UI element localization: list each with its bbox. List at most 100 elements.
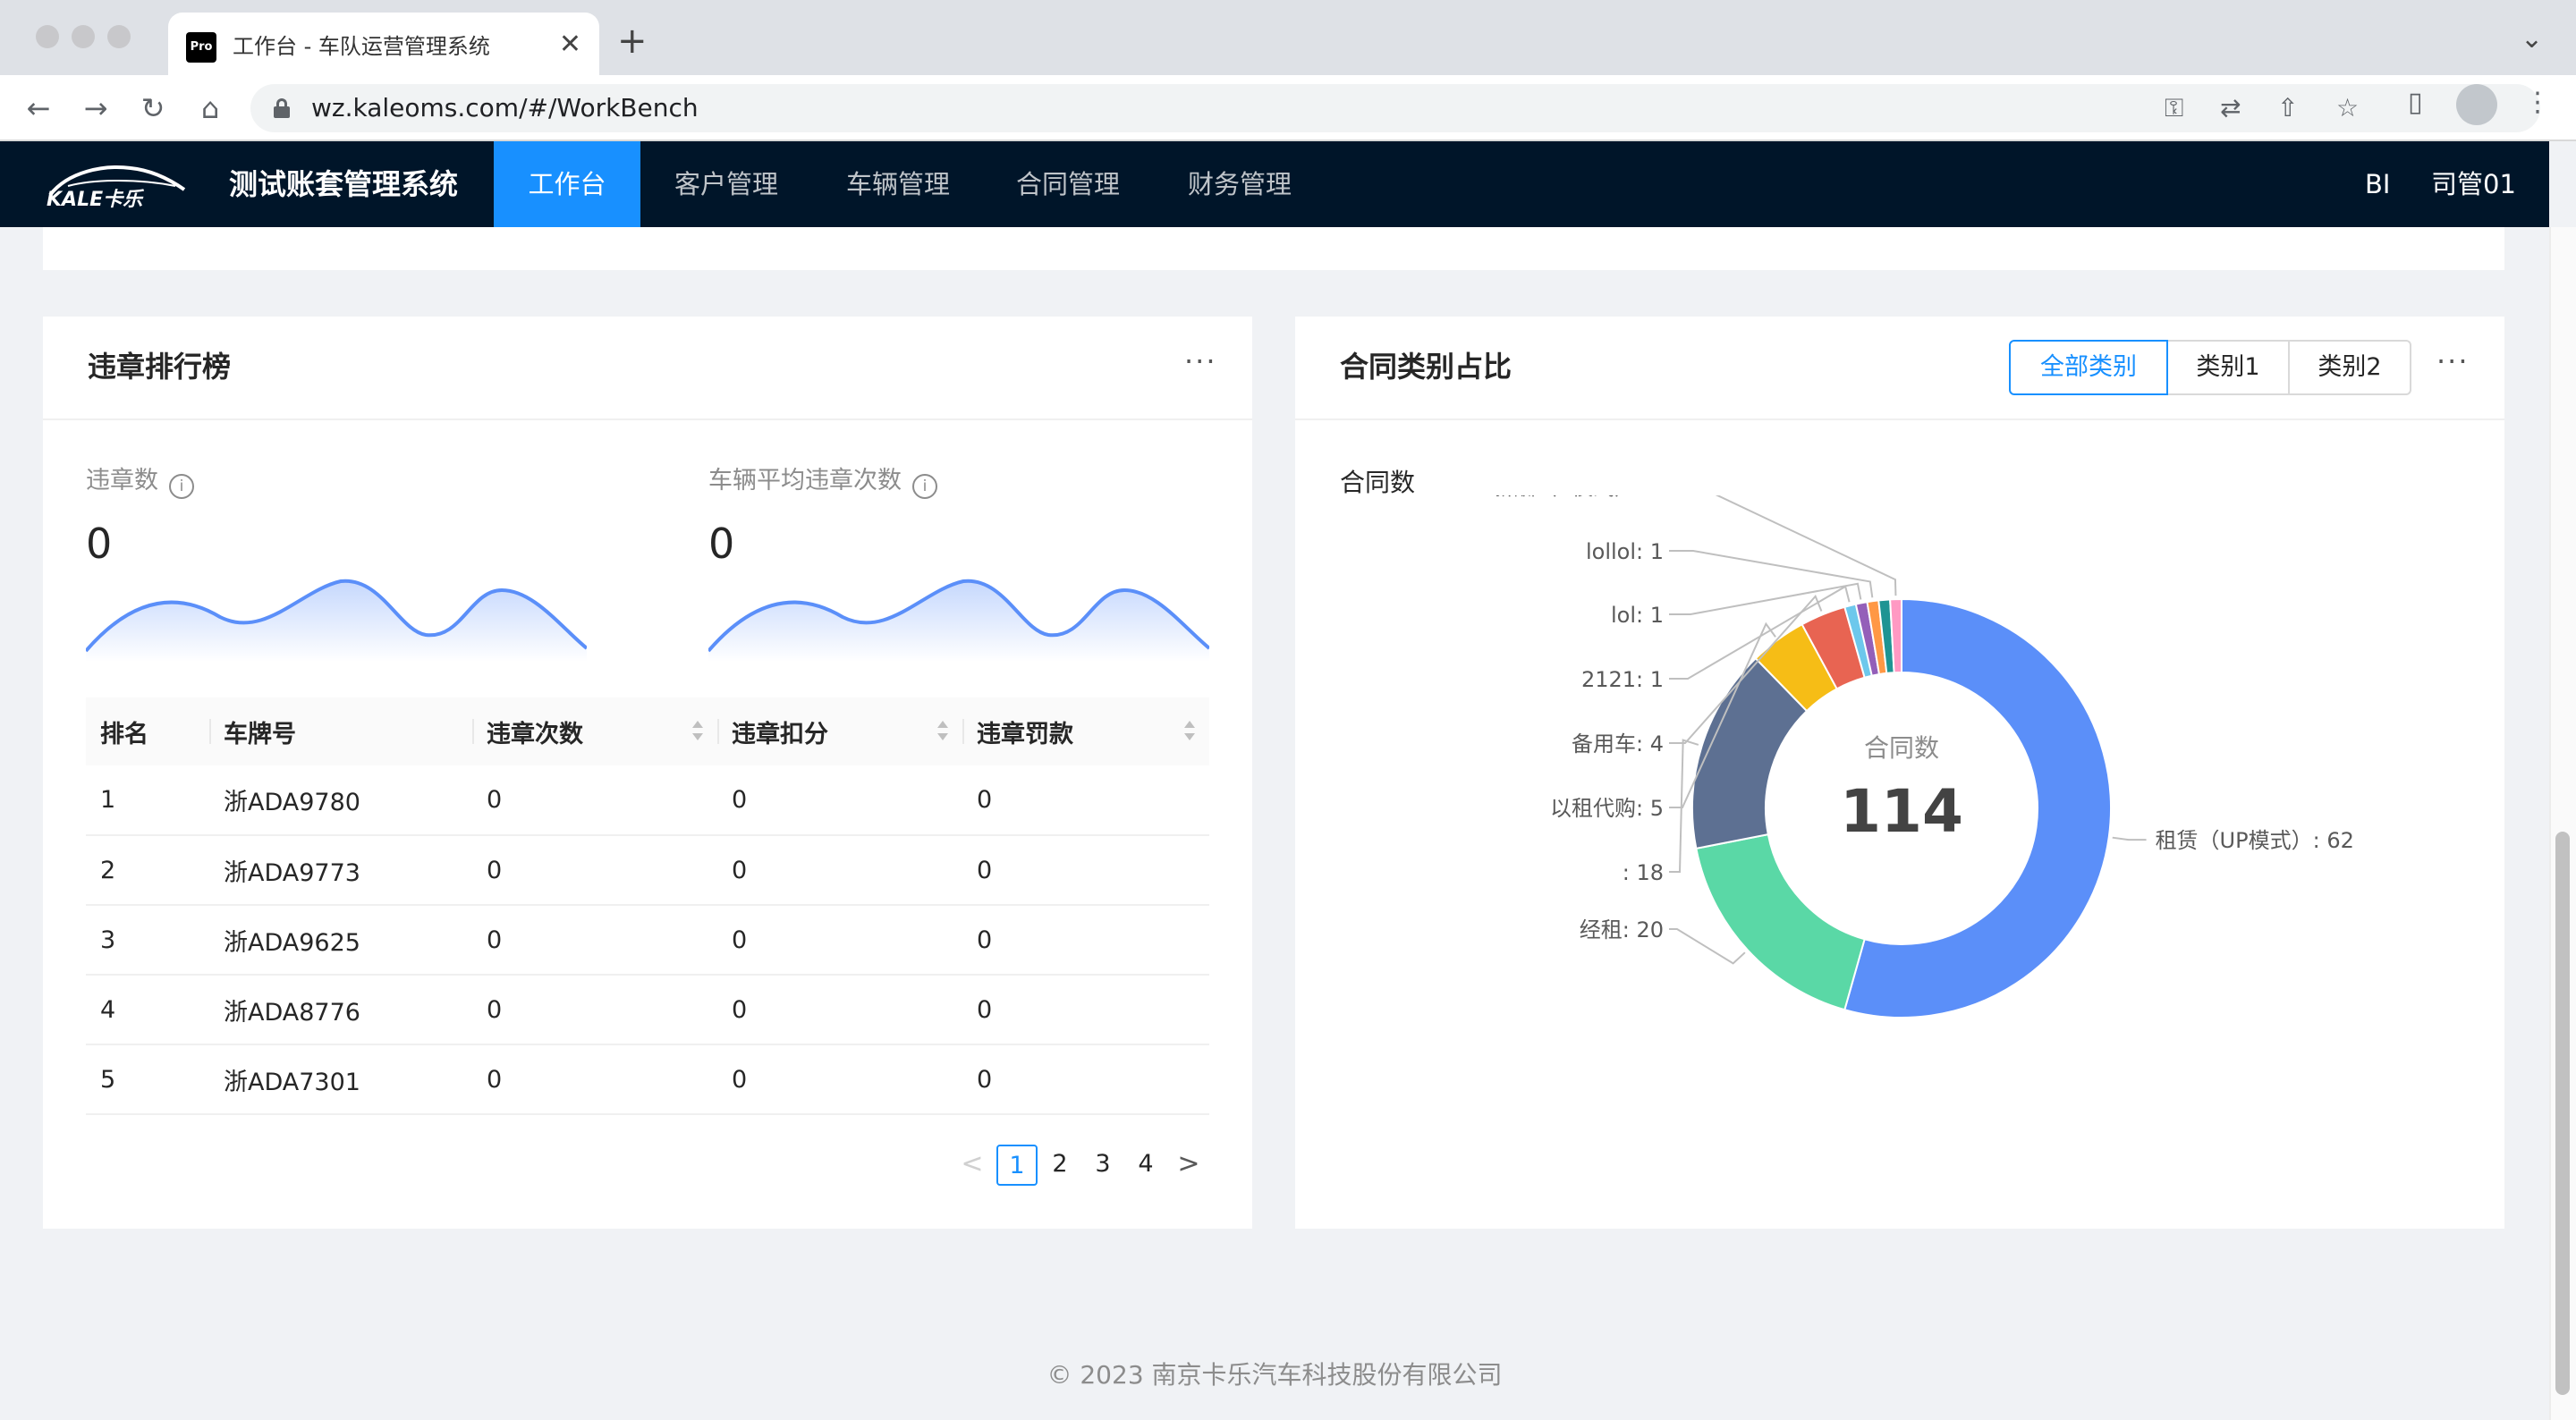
cell-plate: 浙ADA7301 (209, 1044, 472, 1115)
menu-customer[interactable]: 客户管理 (658, 141, 794, 227)
tab-title: 工作台 - 车队运营管理系统 (233, 34, 490, 59)
more-icon[interactable]: ··· (1184, 342, 1217, 381)
pagination-prev-icon[interactable]: < (952, 1145, 993, 1186)
address-bar[interactable]: wz.kaleoms.com/#/WorkBench ⚿ ⇄ ⇧ ☆ (250, 84, 2540, 132)
sort-icon[interactable] (937, 721, 948, 742)
info-icon[interactable]: i (169, 474, 194, 499)
table-row[interactable]: 2 浙ADA9773 0 0 0 (86, 835, 1209, 906)
filter-all-categories[interactable]: 全部类别 (2009, 340, 2168, 395)
menu-vehicle[interactable]: 车辆管理 (830, 141, 966, 227)
slice-label: 薪酬（A模式）: 1 (1493, 495, 1664, 500)
cell-fine: 0 (962, 765, 1209, 836)
filter-category-2[interactable]: 类别2 (2288, 340, 2411, 395)
cell-rank: 5 (86, 1044, 209, 1115)
cell-count: 0 (472, 905, 717, 976)
menu-contract[interactable]: 合同管理 (1000, 141, 1136, 227)
menu-workbench[interactable]: 工作台 (494, 141, 640, 227)
side-panel-icon[interactable]: ▯ (2408, 86, 2423, 120)
translate-icon[interactable]: ⇄ (2220, 91, 2241, 125)
cell-plate: 浙ADA9773 (209, 835, 472, 906)
label-leader-line (2112, 836, 2147, 841)
forward-icon[interactable]: → (73, 86, 118, 131)
slice-label: 备用车: 4 (1572, 731, 1664, 756)
table-row[interactable]: 1 浙ADA9780 0 0 0 (86, 765, 1209, 836)
cell-fine: 0 (962, 1044, 1209, 1115)
pagination-page-1[interactable]: 1 (996, 1145, 1038, 1186)
cell-count: 0 (472, 765, 717, 836)
cell-points: 0 (717, 905, 962, 976)
key-icon[interactable]: ⚿ (2165, 91, 2183, 125)
pagination-page-2[interactable]: 2 (1039, 1145, 1080, 1186)
cell-points: 0 (717, 765, 962, 836)
donut-slice[interactable] (1695, 833, 1866, 1011)
divider (43, 418, 1252, 420)
col-plate: 车牌号 (209, 697, 472, 765)
new-tab-icon[interactable]: + (617, 21, 648, 61)
menu-finance[interactable]: 财务管理 (1172, 141, 1308, 227)
table-row[interactable]: 5 浙ADA7301 0 0 0 (86, 1044, 1209, 1115)
card-title: 合同类别占比 (1340, 350, 1513, 384)
close-window-button[interactable] (36, 25, 59, 48)
scrollbar-thumb[interactable] (2555, 832, 2570, 1395)
browser-tab[interactable]: Pro 工作台 - 车队运营管理系统 ✕ (168, 13, 599, 75)
cell-fine: 0 (962, 905, 1209, 976)
bookmark-star-icon[interactable]: ☆ (2336, 91, 2359, 125)
bi-link[interactable]: BI (2365, 165, 2390, 204)
slice-label: lol: 1 (1611, 603, 1664, 628)
more-icon[interactable]: ··· (2436, 342, 2470, 381)
cell-rank: 1 (86, 765, 209, 836)
slice-label: 租赁（UP模式）: 62 (2156, 828, 2354, 853)
minimize-window-button[interactable] (72, 25, 95, 48)
home-icon[interactable]: ⌂ (188, 86, 233, 131)
donut-center-label: 合同数 (1864, 733, 1939, 763)
violation-table: 排名 车牌号 违章次数 违章扣分 违章罚款 1 浙ADA9780 0 0 0 2 浙ADA… (86, 697, 1209, 1115)
browser-menu-icon[interactable]: ⋮ (2524, 86, 2551, 120)
cell-plate: 浙ADA8776 (209, 975, 472, 1045)
col-violation-count[interactable]: 违章次数 (472, 697, 717, 765)
cell-points: 0 (717, 1044, 962, 1115)
sort-icon[interactable] (692, 721, 703, 742)
browser-tab-bar: Pro 工作台 - 车队运营管理系统 ✕ + ⌄ (0, 0, 2576, 75)
filter-category-1[interactable]: 类别1 (2166, 340, 2290, 395)
zoom-window-button[interactable] (107, 25, 131, 48)
reload-icon[interactable]: ↻ (131, 86, 175, 131)
lock-icon[interactable] (274, 98, 290, 118)
cell-fine: 0 (962, 975, 1209, 1045)
col-fine[interactable]: 违章罚款 (962, 697, 1209, 765)
cell-fine: 0 (962, 835, 1209, 906)
cell-points: 0 (717, 975, 962, 1045)
kale-logo: KALE卡乐 (47, 165, 186, 211)
cell-plate: 浙ADA9625 (209, 905, 472, 976)
cell-rank: 4 (86, 975, 209, 1045)
slice-label: lollol: 1 (1586, 539, 1664, 564)
violation-ranking-card: 违章排行榜 ··· 违章数 i 0 车辆平均违章次数 i 0 排名 车牌号 违章次数… (43, 317, 1252, 1229)
contract-donut-chart[interactable]: 合同数 114 租赁（UP模式）: 62 经租: 20: 18 以租代购: 5 备用车… (1295, 495, 2504, 1193)
back-icon[interactable]: ← (16, 86, 61, 131)
pagination-page-3[interactable]: 3 (1082, 1145, 1123, 1186)
info-icon[interactable]: i (912, 474, 937, 499)
col-points[interactable]: 违章扣分 (717, 697, 962, 765)
label-leader-line (1669, 550, 1874, 598)
user-name[interactable]: 司管01 (2431, 165, 2516, 204)
tab-search-chevron-icon[interactable]: ⌄ (2521, 23, 2543, 55)
share-icon[interactable]: ⇧ (2277, 91, 2298, 125)
cell-count: 0 (472, 975, 717, 1045)
card-title: 违章排行榜 (88, 350, 232, 384)
url-text[interactable]: wz.kaleoms.com/#/WorkBench (311, 91, 699, 125)
table-row[interactable]: 4 浙ADA8776 0 0 0 (86, 975, 1209, 1045)
sort-icon[interactable] (1184, 721, 1195, 742)
slice-label: 以租代购: 5 (1550, 796, 1664, 821)
table-row[interactable]: 3 浙ADA9625 0 0 0 (86, 905, 1209, 976)
tab-close-icon[interactable]: ✕ (559, 27, 581, 63)
avg-violation-label: 车辆平均违章次数 i (708, 463, 937, 499)
violation-count-sparkline (86, 579, 587, 662)
slice-label: : 18 (1623, 860, 1664, 885)
pagination-next-icon[interactable]: > (1168, 1145, 1209, 1186)
cell-count: 0 (472, 1044, 717, 1115)
slice-label: 经租: 20 (1580, 917, 1664, 942)
profile-avatar-icon[interactable] (2456, 84, 2497, 125)
contract-category-card: 合同类别占比 全部类别 类别1 类别2 ··· 合同数 合同数 114 租赁（U… (1295, 317, 2504, 1229)
pagination-page-4[interactable]: 4 (1125, 1145, 1166, 1186)
cell-rank: 3 (86, 905, 209, 976)
divider (1295, 418, 2504, 420)
